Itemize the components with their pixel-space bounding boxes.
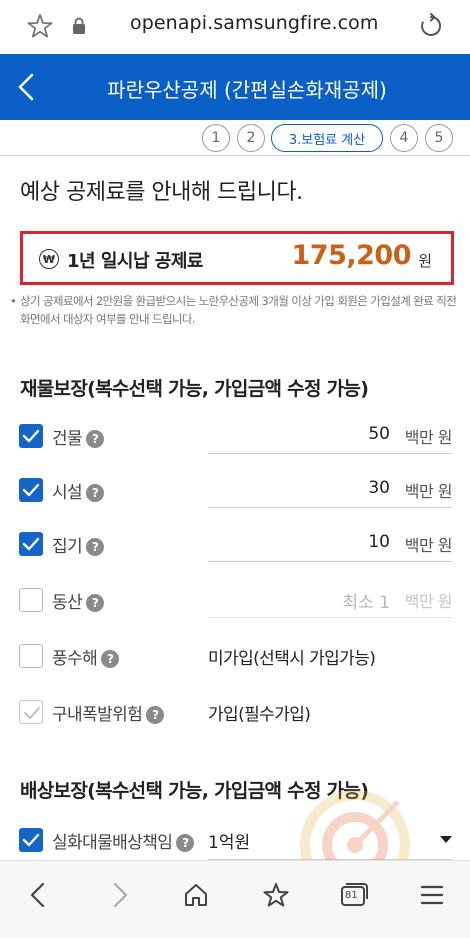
liability-section-title: 배상보장(복수선택 가능, 가입금액 수정 가능) bbox=[20, 780, 369, 802]
browser-forward-button[interactable] bbox=[104, 879, 136, 911]
home-icon bbox=[185, 884, 207, 906]
amount-field-facility[interactable]: 30 백만 원 bbox=[208, 474, 453, 508]
reload-icon[interactable] bbox=[418, 13, 444, 39]
amount-value: 50 bbox=[368, 424, 390, 444]
coverage-label: 건물? bbox=[52, 424, 105, 449]
browser-back-button[interactable] bbox=[22, 879, 54, 911]
hamburger-menu-icon bbox=[420, 885, 444, 905]
amount-unit: 백만 원 bbox=[404, 536, 453, 555]
amount-unit: 백만 원 bbox=[404, 482, 453, 501]
help-icon[interactable]: ? bbox=[86, 538, 105, 556]
coverage-label: 시설? bbox=[52, 478, 105, 503]
coverage-status-text: 가입(필수가입) bbox=[208, 705, 311, 725]
amount-field-building[interactable]: 50 백만 원 bbox=[208, 420, 453, 454]
help-icon[interactable]: ? bbox=[146, 706, 165, 724]
coverage-label: 집기? bbox=[52, 532, 105, 557]
app-header: 파란우산공제 (간편실손화재공제) bbox=[0, 54, 470, 120]
coverage-label: 풍수해? bbox=[52, 644, 120, 669]
coverage-label: 실화대물배상책임? bbox=[52, 828, 195, 853]
notice-text: 상기 공제료에서 2만원을 환급받으시는 노란우산공제 3개월 이상 가입 회원… bbox=[20, 294, 457, 326]
url-text[interactable]: openapi.samsungfire.com bbox=[130, 12, 379, 34]
checkbox-building[interactable] bbox=[19, 424, 43, 448]
notice-bullet: • bbox=[10, 294, 17, 308]
help-icon[interactable]: ? bbox=[86, 484, 105, 502]
amount-unit: 백만 원 bbox=[404, 428, 453, 447]
step-indicator: 1 2 3.보험료 계산 4 5 bbox=[0, 120, 470, 156]
check-icon bbox=[24, 707, 40, 719]
checkbox-facility[interactable] bbox=[19, 478, 43, 502]
step-5[interactable]: 5 bbox=[425, 124, 453, 152]
premium-summary-box: ₩ 1년 일시납 공제료 175,200 원 bbox=[20, 231, 454, 285]
page-title: 파란우산공제 (간편실손화재공제) bbox=[107, 78, 387, 102]
coverage-status-text: 미가입(선택시 가입가능) bbox=[208, 649, 376, 669]
browser-menu-button[interactable] bbox=[416, 879, 448, 911]
bookmark-star-icon[interactable] bbox=[27, 13, 53, 39]
checkbox-fire-liability[interactable] bbox=[19, 828, 43, 852]
won-icon: ₩ bbox=[39, 249, 59, 269]
refund-notice: • 상기 공제료에서 2만원을 환급받으시는 노란우산공제 3개월 이상 가입 … bbox=[10, 292, 458, 328]
amount-value: 10 bbox=[368, 532, 390, 552]
amount-value: 30 bbox=[368, 478, 390, 498]
bookmarks-star-icon bbox=[263, 883, 289, 907]
browser-bottom-bar: 81 bbox=[0, 860, 470, 938]
chevron-left-icon bbox=[30, 882, 45, 908]
checkbox-storm-flood[interactable] bbox=[19, 644, 43, 668]
help-icon[interactable]: ? bbox=[86, 430, 105, 448]
coverage-row-explosion: 구내폭발위험? 가입(필수가입) bbox=[0, 686, 470, 738]
coverage-row-building: 건물? 50 백만 원 bbox=[0, 410, 470, 462]
check-icon bbox=[22, 483, 40, 497]
check-icon bbox=[22, 833, 40, 847]
browser-home-button[interactable] bbox=[180, 879, 212, 911]
amount-field-fixtures[interactable]: 10 백만 원 bbox=[208, 528, 453, 562]
tab-count: 81 bbox=[345, 890, 358, 901]
checkbox-fixtures[interactable] bbox=[19, 532, 43, 556]
browser-tabs-button[interactable]: 81 bbox=[338, 879, 370, 911]
help-icon[interactable]: ? bbox=[176, 834, 195, 852]
step-2[interactable]: 2 bbox=[237, 124, 265, 152]
premium-unit: 원 bbox=[418, 252, 432, 270]
amount-placeholder: 최소 1 bbox=[342, 593, 391, 613]
coverage-row-storm-flood: 풍수해? 미가입(선택시 가입가능) bbox=[0, 630, 470, 682]
browser-url-bar: openapi.samsungfire.com bbox=[0, 0, 470, 54]
premium-amount: 175,200 bbox=[291, 240, 412, 271]
checkbox-explosion-disabled bbox=[19, 700, 43, 724]
coverage-label: 동산? bbox=[52, 588, 105, 613]
browser-bookmarks-button[interactable] bbox=[260, 879, 292, 911]
chevron-right-icon bbox=[113, 882, 128, 908]
coverage-label: 구내폭발위험? bbox=[52, 700, 165, 725]
property-section-title: 재물보장(복수선택 가능, 가입금액 수정 가능) bbox=[20, 378, 369, 400]
select-value: 1억원 bbox=[208, 833, 251, 853]
coverage-row-movables: 동산? 최소 1 백만 원 bbox=[0, 574, 470, 626]
premium-label: 1년 일시납 공제료 bbox=[67, 251, 203, 272]
help-icon[interactable]: ? bbox=[101, 650, 120, 668]
coverage-row-fixtures: 집기? 10 백만 원 bbox=[0, 518, 470, 570]
checkbox-movables[interactable] bbox=[19, 588, 43, 612]
amount-unit: 백만 원 bbox=[404, 592, 453, 611]
lock-icon bbox=[73, 17, 85, 34]
coverage-row-facility: 시설? 30 백만 원 bbox=[0, 464, 470, 516]
check-icon bbox=[22, 429, 40, 443]
estimate-heading: 예상 공제료를 안내해 드립니다. bbox=[20, 180, 303, 205]
check-icon bbox=[22, 537, 40, 551]
step-1[interactable]: 1 bbox=[202, 124, 230, 152]
amount-field-movables[interactable]: 최소 1 백만 원 bbox=[208, 584, 453, 618]
step-4[interactable]: 4 bbox=[390, 124, 418, 152]
help-icon[interactable]: ? bbox=[86, 594, 105, 612]
liability-amount-select[interactable]: 1억원 bbox=[208, 824, 452, 860]
step-3-current[interactable]: 3.보험료 계산 bbox=[271, 124, 383, 152]
dropdown-caret-icon bbox=[440, 836, 452, 843]
coverage-row-fire-liability: 실화대물배상책임? 1억원 bbox=[0, 814, 470, 866]
